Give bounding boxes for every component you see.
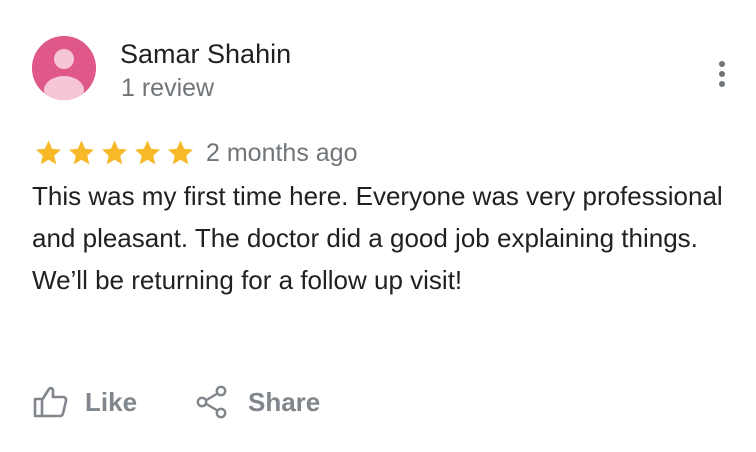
share-label: Share [248, 386, 321, 417]
share-button[interactable]: Share [196, 380, 320, 424]
star-icon [36, 140, 61, 165]
more-vert-icon [719, 61, 725, 87]
star-icon [135, 140, 160, 165]
share-icon [196, 385, 227, 419]
star-icon [168, 140, 193, 165]
review-text: This was my first time here. Everyone wa… [32, 181, 723, 295]
star-rating [32, 138, 197, 168]
author-name[interactable]: Samar Shahin [120, 37, 291, 71]
rating-row: 2 months ago [32, 136, 358, 170]
author-review-count[interactable]: 1 review [121, 73, 214, 103]
star-icon [69, 140, 94, 165]
review-date: 2 months ago [206, 139, 358, 167]
avatar[interactable] [32, 36, 96, 100]
person-icon [32, 36, 96, 100]
review-card: Samar Shahin 1 review 2 months ago This … [0, 0, 756, 452]
like-label: Like [85, 386, 138, 417]
star-icon [102, 140, 127, 165]
like-button[interactable]: Like [32, 380, 137, 424]
more-options-button[interactable] [708, 56, 736, 92]
thumb-up-icon [33, 386, 68, 418]
